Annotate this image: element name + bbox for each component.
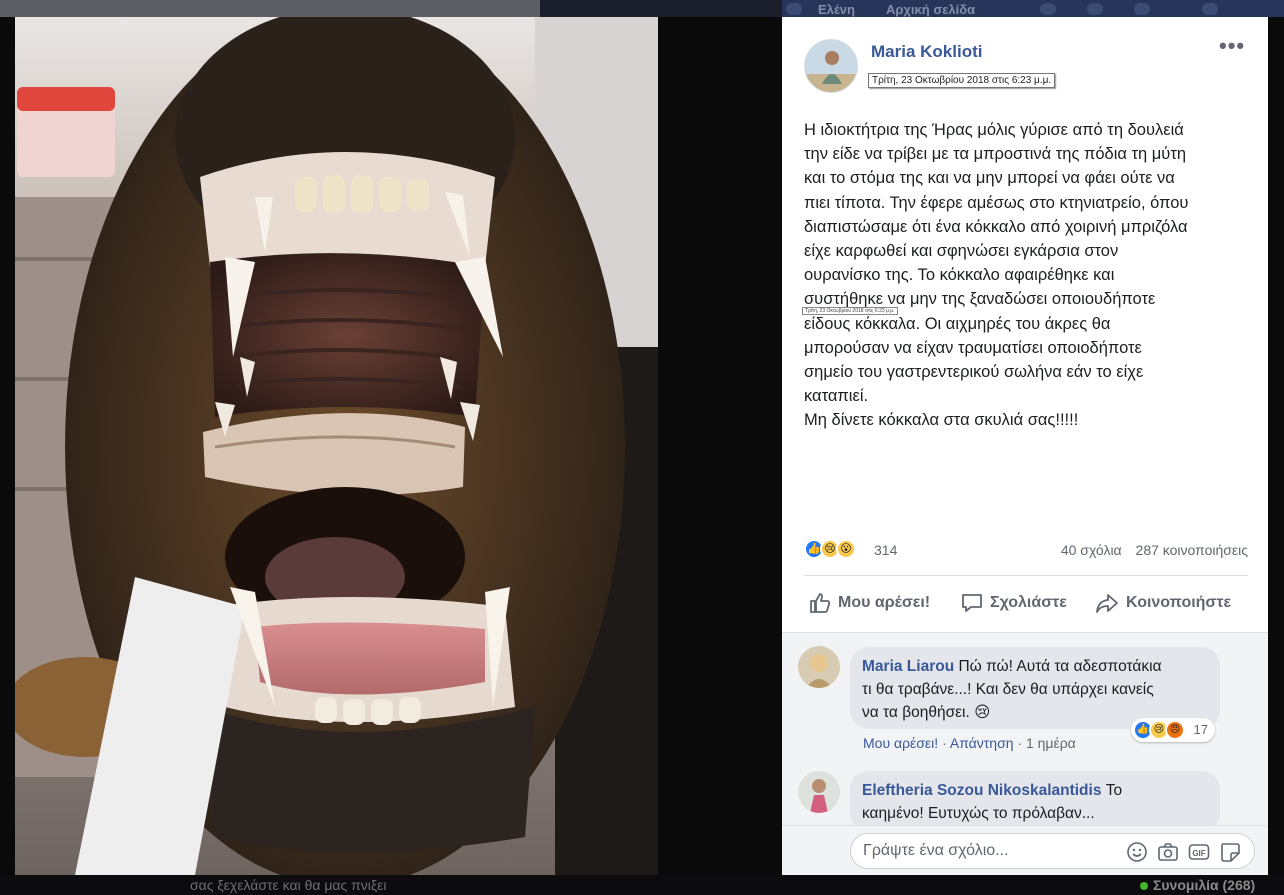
nav-home-link[interactable]: Αρχική σελίδα: [886, 2, 975, 17]
post-text-line: ουρανίσκο της. Το κόκκαλο αφαιρέθηκε και: [804, 266, 1115, 285]
comment-reactions[interactable]: 👍 😢 😠 17: [1131, 718, 1215, 742]
post-options-icon[interactable]: •••: [1219, 35, 1245, 57]
profile-avatar-icon[interactable]: [786, 3, 802, 15]
comment-time[interactable]: 1 ημέρα: [1026, 735, 1076, 751]
facebook-blue-bar: Ελένη Αρχική σελίδα: [782, 0, 1284, 17]
commenter-avatar-photo: [798, 771, 840, 813]
comment-reaction-count: 17: [1193, 722, 1208, 737]
post-panel: Maria Koklioti Τρίτη, 23 Οκτωβρίου 2018 …: [782, 17, 1268, 875]
post-author-name[interactable]: Maria Koklioti: [871, 42, 982, 62]
comment-text: καημένο! Ευτυχώς το πρόλαβαν...: [862, 805, 1095, 822]
post-text-line: και το στόμα της και να μην μπορεί να φά…: [804, 169, 1175, 188]
camera-icon[interactable]: [1157, 841, 1179, 863]
chat-label: Συνομιλία (268): [1153, 877, 1256, 893]
post-text-line: είδους κόκκαλα. Οι αιχμηρές του άκρες θα: [804, 314, 1111, 333]
post-text-line: πιει τίποτα. Την έφερε αμέσως στο κτηνια…: [804, 193, 1189, 212]
comment-text: Το: [1105, 782, 1123, 799]
post-text-line: Μη δίνετε κόκκαλα στα σκυλιά σας!!!!!: [804, 411, 1079, 430]
engagement-counts: 40 σχόλια 287 κοινοποιήσεις: [1061, 542, 1248, 558]
like-button-label: Μου αρέσει!: [838, 594, 931, 611]
post-text-line: διαπιστώσαμε ότι ένα κόκκαλο από χοιρινή…: [804, 217, 1188, 236]
comment-meta: Μου αρέσει! · Απάντηση · 1 ημέρα: [863, 735, 1076, 751]
dog-mouth-photo: [15, 17, 658, 875]
chat-button[interactable]: Συνομιλία (268): [1140, 877, 1255, 893]
comment-bubble: Maria Liarou Πώ πώ! Αυτά τα αδεσποτάκια …: [850, 647, 1220, 729]
post-body: Η ιδιοκτήτρια της Ήρας μόλις γύρισε από …: [804, 118, 1254, 433]
gif-icon[interactable]: GIF: [1188, 841, 1210, 863]
background-text: σας ξεχελάστε και θα μας πνιξει: [190, 877, 387, 893]
comment-like-link[interactable]: Μου αρέσει!: [863, 735, 938, 751]
wow-reaction-icon: 😮: [836, 539, 856, 559]
post-photo[interactable]: [15, 17, 658, 875]
like-button[interactable]: Μου αρέσει!: [808, 591, 930, 615]
divider: [804, 575, 1248, 576]
share-arrow-icon: [1096, 594, 1118, 613]
reaction-count[interactable]: 314: [874, 542, 897, 558]
post-text-line: σημείο του γαστρεντερικού σωλήνα εάν το …: [804, 363, 1144, 382]
friends-icon[interactable]: [1040, 3, 1056, 15]
top-navigation-bar: Ελένη Αρχική σελίδα: [0, 0, 1284, 17]
commenter-avatar[interactable]: [798, 646, 840, 688]
small-timestamp-tooltip: Τρίτη, 23 Οκτωβρίου 2018 στις 6:23 μ.μ.: [802, 307, 898, 315]
commenter-name[interactable]: Maria Liarou: [862, 658, 954, 675]
post-actions-bar: Μου αρέσει! Σχολιάστε Κοινοποιήστε: [804, 587, 1248, 621]
avatar-photo: [805, 40, 857, 92]
post-timestamp-tooltip: Τρίτη, 23 Οκτωβρίου 2018 στις 6:23 μ.μ.: [868, 73, 1056, 88]
commenter-avatar-photo: [798, 646, 840, 688]
share-button-label: Κοινοποιήστε: [1126, 594, 1232, 611]
comments-count-link[interactable]: 40 σχόλια: [1061, 542, 1122, 558]
notifications-icon[interactable]: [1134, 3, 1150, 15]
background-page-strip: [0, 0, 540, 17]
bottom-strip: σας ξεχελάστε και θα μας πνιξει Συνομιλί…: [0, 875, 1284, 895]
settings-icon[interactable]: [1202, 3, 1218, 15]
share-button[interactable]: Κοινοποιήστε: [1094, 591, 1231, 615]
post-text-line: μπορούσαν να είχαν τραυματίσει οποιοδήπο…: [804, 338, 1142, 357]
commenter-avatar[interactable]: [798, 771, 840, 813]
post-text-line: την είδε να τρίβει με τα μπροστινά της π…: [804, 145, 1187, 164]
comment-text: Πώ πώ! Αυτά τα αδεσποτάκια: [958, 658, 1162, 675]
emoji-icon[interactable]: [1126, 841, 1148, 863]
comment-button[interactable]: Σχολιάστε: [960, 591, 1067, 615]
commenter-name[interactable]: Eleftheria Sozou Nikoskalantidis: [862, 782, 1101, 799]
post-header: Maria Koklioti Τρίτη, 23 Οκτωβρίου 2018 …: [782, 17, 1268, 107]
online-status-icon: [1140, 882, 1148, 891]
svg-text:GIF: GIF: [1192, 849, 1205, 858]
nav-profile-link[interactable]: Ελένη: [818, 2, 855, 17]
sticker-icon[interactable]: [1219, 841, 1241, 863]
shares-count-link[interactable]: 287 κοινοποιήσεις: [1136, 542, 1248, 558]
thumbs-up-icon: [810, 593, 831, 613]
post-text-line: καταπιεί.: [804, 387, 869, 406]
comment-button-label: Σχολιάστε: [990, 594, 1067, 611]
post-text-line: Η ιδιοκτήτρια της Ήρας μόλις γύρισε από …: [804, 121, 1184, 139]
comment-bubble: Eleftheria Sozou Nikoskalantidis Το καημ…: [850, 771, 1220, 831]
comment-input-placeholder: Γράψτε ένα σχόλιο...: [863, 842, 1009, 859]
angry-reaction-icon: 😠: [1165, 720, 1185, 740]
comment-bubble-icon: [962, 594, 982, 612]
messages-icon[interactable]: [1087, 3, 1103, 15]
author-avatar[interactable]: [804, 39, 858, 93]
comment-input[interactable]: Γράψτε ένα σχόλιο... GIF: [850, 833, 1255, 869]
comment-reply-link[interactable]: Απάντηση: [950, 735, 1014, 751]
comment-text: τι θα τραβάνε...! Και δεν θα υπάρχει καν…: [862, 681, 1154, 698]
comment-composer: Γράψτε ένα σχόλιο... GIF: [782, 825, 1268, 875]
reactions-summary[interactable]: 👍 😢 😮 314 40 σχόλια 287 κοινοποιήσεις: [804, 539, 1248, 561]
post-text-line: είχε καρφωθεί και σφηνώσει εγκάρσια στον: [804, 242, 1119, 261]
